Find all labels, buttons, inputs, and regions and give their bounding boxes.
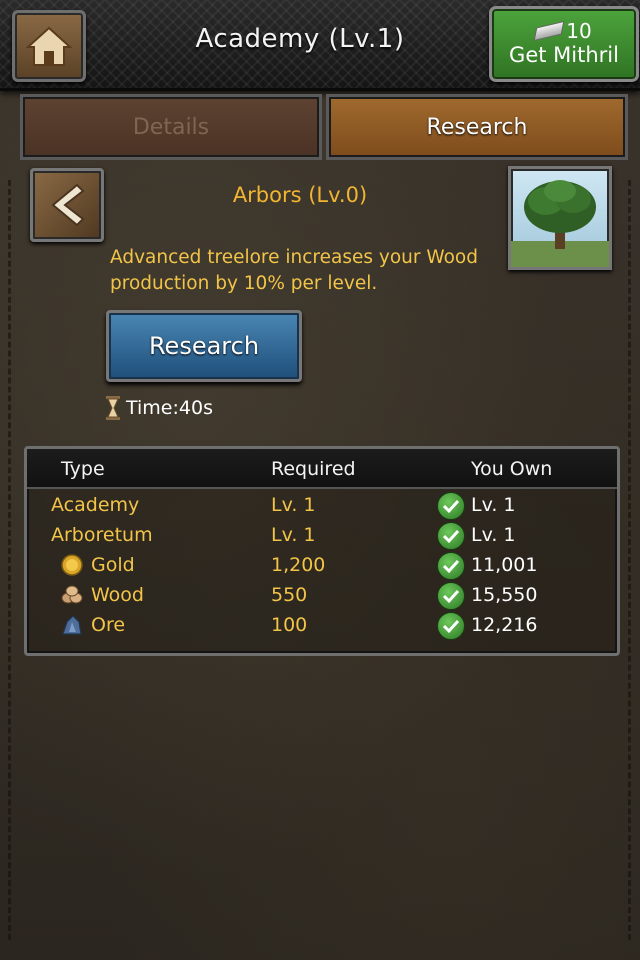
requirements-table: Type Required You Own Academy Lv. 1 Lv. … [24,446,620,656]
row-type: Arboretum [51,524,153,546]
tab-details[interactable]: Details [20,94,322,160]
row-required: 550 [271,584,308,606]
table-row: Arboretum Lv. 1 Lv. 1 [27,521,617,551]
page-title: Academy (Lv.1) [195,24,405,54]
top-bar: Academy (Lv.1) 10 Get Mithril [0,0,640,91]
gold-icon [61,554,83,576]
home-button[interactable] [12,10,86,82]
table-row: Gold 1,200 11,001 [27,551,617,581]
table-row: Academy Lv. 1 Lv. 1 [27,491,617,521]
get-mithril-label: Get Mithril [509,43,619,67]
row-own: Lv. 1 [471,494,516,516]
row-own: Lv. 1 [471,524,516,546]
check-icon [437,582,465,610]
get-mithril-button[interactable]: 10 Get Mithril [489,6,639,82]
row-type: Ore [91,614,126,636]
research-description: Advanced treelore increases your Wood pr… [110,247,478,294]
research-title: Arbors (Lv.0) [232,183,368,207]
ore-icon [62,615,82,635]
table-row: Ore 100 12,216 [27,611,617,641]
time-text: Time:40s [126,397,213,419]
table-row: Wood 550 15,550 [27,581,617,611]
row-required: 100 [271,614,308,636]
table-header: Type Required You Own [27,449,617,489]
row-own: 15,550 [471,584,538,606]
check-icon [437,612,465,640]
row-required: Lv. 1 [271,524,316,546]
home-icon [26,26,72,66]
back-button[interactable] [30,168,104,242]
hourglass-icon [106,396,120,420]
check-icon [437,522,465,550]
chevron-left-icon [51,183,85,227]
time-row: Time:40s [106,396,213,420]
row-type: Gold [91,554,135,576]
row-own: 12,216 [471,614,538,636]
wood-icon [61,585,83,604]
header-type: Type [61,458,105,480]
tab-research[interactable]: Research [326,94,628,160]
tab-bar: Details Research [20,94,628,160]
row-own: 11,001 [471,554,538,576]
mithril-bar-icon [533,20,565,42]
right-stitching [628,180,631,940]
header-you-own: You Own [471,458,553,480]
mithril-count-row: 10 [492,19,636,43]
row-type: Academy [51,494,140,516]
left-stitching [8,180,11,940]
header-required: Required [271,458,356,480]
check-icon [437,552,465,580]
row-type: Wood [91,584,144,606]
check-icon [437,492,465,520]
row-required: Lv. 1 [271,494,316,516]
row-required: 1,200 [271,554,326,576]
mithril-count: 10 [566,19,592,43]
research-button[interactable]: Research [106,310,302,382]
